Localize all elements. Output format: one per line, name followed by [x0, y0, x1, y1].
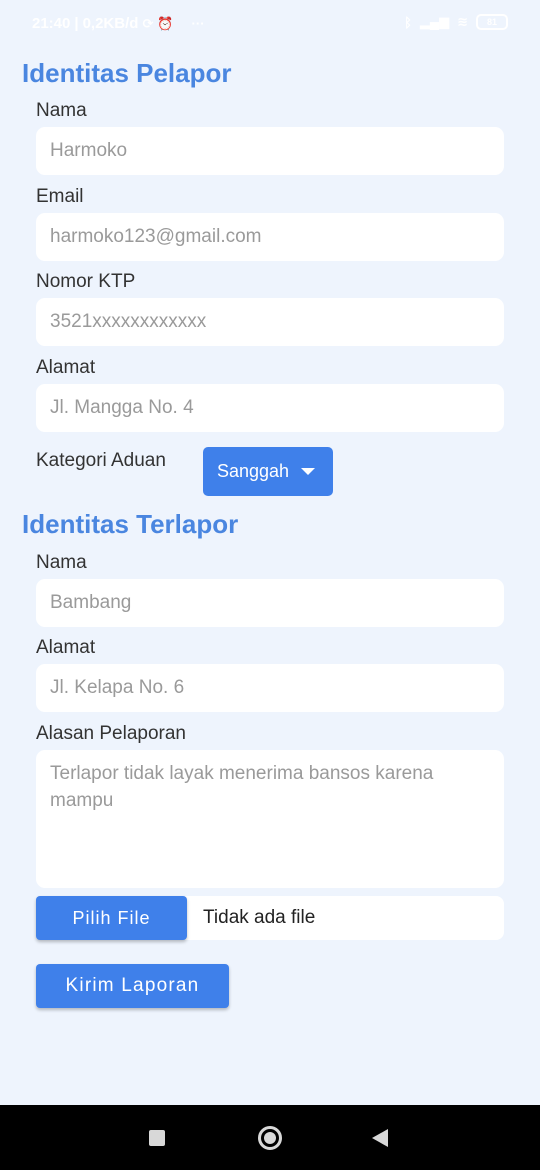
terlapor-nama-value: Bambang — [50, 592, 132, 613]
kirim-laporan-button[interactable]: Kirim Laporan — [36, 964, 229, 1008]
pelapor-email-value: harmoko123@gmail.com — [50, 226, 262, 247]
status-net-speed: 0,2KB/d — [82, 15, 139, 32]
terlapor-alamat-input[interactable]: Jl. Kelapa No. 6 — [36, 664, 504, 712]
section-title-terlapor: Identitas Terlapor — [22, 509, 239, 539]
terlapor-alamat-label: Alamat — [36, 637, 96, 658]
caret-down-icon — [301, 468, 315, 475]
recents-icon[interactable] — [149, 1130, 165, 1146]
alasan-pelaporan-label: Alasan Pelaporan — [36, 723, 186, 744]
signal-icon: ▂▄▆ — [419, 14, 450, 29]
pelapor-nama-label: Nama — [36, 100, 87, 121]
file-input[interactable]: Pilih File Tidak ada file — [36, 896, 504, 940]
terlapor-nama-input[interactable]: Bambang — [36, 579, 504, 627]
back-icon[interactable] — [372, 1129, 388, 1147]
pelapor-ktp-label: Nomor KTP — [36, 271, 136, 292]
kategori-aduan-value: Sanggah — [217, 461, 290, 481]
status-bar: 21:40 | 0,2KB/d ⟳ ⏰ ··· ᛒ ▂▄▆ ≋ 81 — [0, 0, 540, 46]
more-notifications-icon: ··· — [191, 16, 205, 31]
pelapor-ktp-value: 3521xxxxxxxxxxxx — [50, 311, 207, 332]
kategori-aduan-dropdown[interactable]: Sanggah — [203, 447, 333, 496]
pilih-file-button[interactable]: Pilih File — [36, 896, 187, 940]
pelapor-alamat-input[interactable]: Jl. Mangga No. 4 — [36, 384, 504, 432]
pelapor-alamat-value: Jl. Mangga No. 4 — [50, 397, 194, 418]
pelapor-email-input[interactable]: harmoko123@gmail.com — [36, 213, 504, 261]
section-title-pelapor: Identitas Pelapor — [22, 58, 232, 88]
battery-icon: 81 — [476, 14, 508, 30]
wifi-icon: ≋ — [457, 14, 468, 29]
pelapor-email-label: Email — [36, 186, 84, 207]
alarm-icon: ⏰ — [157, 15, 174, 31]
kategori-aduan-label: Kategori Aduan — [36, 450, 166, 471]
pelapor-ktp-input[interactable]: 3521xxxxxxxxxxxx — [36, 298, 504, 346]
pelapor-alamat-label: Alamat — [36, 357, 96, 378]
alasan-pelaporan-textarea[interactable]: Terlapor tidak layak menerima bansos kar… — [36, 750, 504, 888]
alasan-pelaporan-value: Terlapor tidak layak menerima bansos kar… — [50, 763, 434, 811]
bluetooth-icon: ᛒ — [404, 14, 412, 30]
navigation-bar — [0, 1105, 540, 1170]
terlapor-alamat-value: Jl. Kelapa No. 6 — [50, 677, 185, 698]
pelapor-nama-value: Harmoko — [50, 140, 128, 161]
status-time: 21:40 — [32, 15, 71, 32]
home-icon[interactable] — [258, 1126, 282, 1150]
pelapor-nama-input[interactable]: Harmoko — [36, 127, 504, 175]
terlapor-nama-label: Nama — [36, 552, 87, 573]
sync-icon: ⟳ — [142, 15, 154, 31]
file-status-text: Tidak ada file — [203, 907, 316, 928]
